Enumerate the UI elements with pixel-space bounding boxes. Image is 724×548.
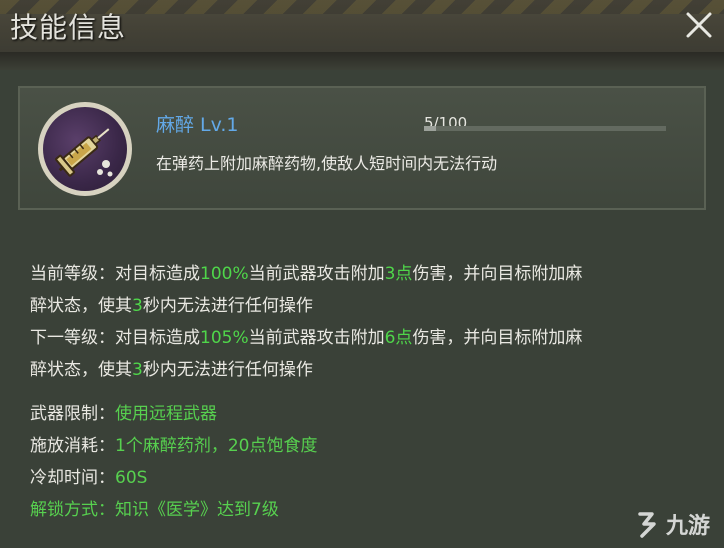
weapon-label: 武器限制： bbox=[30, 404, 115, 424]
weapon-value: 使用远程武器 bbox=[115, 404, 217, 424]
current-level-suffix: 伤害，并向目标附加麻 bbox=[412, 264, 583, 284]
progress-fill bbox=[424, 126, 437, 131]
current-level-line2-prefix: 醉状态，使其 bbox=[30, 296, 132, 316]
cost-label: 施放消耗： bbox=[30, 436, 115, 456]
current-level-line2-suffix: 秒内无法进行任何操作 bbox=[142, 296, 313, 316]
skill-name-level: 麻醉 Lv.1 bbox=[156, 114, 239, 136]
header-divider bbox=[0, 52, 724, 72]
next-level-points: 6点 bbox=[384, 328, 413, 348]
watermark-logo-icon bbox=[638, 512, 656, 538]
next-level-percent: 105% bbox=[200, 328, 249, 348]
next-level-prefix: 下一等级：对目标造成 bbox=[30, 328, 200, 348]
unlock-value: 知识《医学》达到7级 bbox=[115, 500, 279, 520]
cooldown-value: 60S bbox=[115, 468, 148, 488]
window-title: 技能信息 bbox=[10, 11, 127, 44]
next-level-line-2: 醉状态，使其3秒内无法进行任何操作 bbox=[30, 354, 700, 386]
watermark-text: 九游 bbox=[665, 514, 710, 539]
next-level-line2-suffix: 秒内无法进行任何操作 bbox=[142, 360, 313, 380]
close-button[interactable] bbox=[676, 2, 722, 48]
unlock-label: 解锁方式： bbox=[30, 500, 115, 520]
level-effects: 当前等级：对目标造成100%当前武器攻击附加3点伤害，并向目标附加麻 醉状态，使… bbox=[30, 258, 700, 386]
next-level-line-1: 下一等级：对目标造成105%当前武器攻击附加6点伤害，并向目标附加麻 bbox=[30, 322, 700, 354]
cost-value: 1个麻醉药剂，20点饱食度 bbox=[115, 436, 318, 456]
next-level-line2-prefix: 醉状态，使其 bbox=[30, 360, 132, 380]
next-level-mid: 当前武器攻击附加 bbox=[248, 328, 385, 348]
current-level-points: 3点 bbox=[384, 264, 413, 284]
watermark: 九游 bbox=[634, 508, 710, 540]
current-level-line-1: 当前等级：对目标造成100%当前武器攻击附加3点伤害，并向目标附加麻 bbox=[30, 258, 700, 290]
progress-bar bbox=[424, 126, 666, 131]
weapon-restriction: 武器限制：使用远程武器 bbox=[30, 398, 317, 430]
current-level-mid: 当前武器攻击附加 bbox=[248, 264, 385, 284]
cooldown-label: 冷却时间： bbox=[30, 468, 115, 488]
current-level-percent: 100% bbox=[200, 264, 249, 284]
skill-icon-frame bbox=[38, 102, 132, 196]
cooldown: 冷却时间：60S bbox=[30, 462, 317, 494]
current-level-prefix: 当前等级：对目标造成 bbox=[30, 264, 200, 284]
current-level-seconds: 3 bbox=[132, 296, 143, 316]
cast-cost: 施放消耗：1个麻醉药剂，20点饱食度 bbox=[30, 430, 317, 462]
syringe-icon bbox=[55, 128, 113, 177]
next-level-suffix: 伤害，并向目标附加麻 bbox=[412, 328, 583, 348]
title-bar: 技能信息 bbox=[0, 0, 724, 52]
current-level-line-2: 醉状态，使其3秒内无法进行任何操作 bbox=[30, 290, 700, 322]
unlock-method: 解锁方式：知识《医学》达到7级 bbox=[30, 494, 317, 526]
close-icon bbox=[686, 12, 712, 38]
skill-info: 武器限制：使用远程武器 施放消耗：1个麻醉药剂，20点饱食度 冷却时间：60S … bbox=[30, 398, 317, 526]
skill-description: 在弹药上附加麻醉药物,使敌人短时间内无法行动 bbox=[156, 154, 498, 173]
next-level-seconds: 3 bbox=[132, 360, 143, 380]
